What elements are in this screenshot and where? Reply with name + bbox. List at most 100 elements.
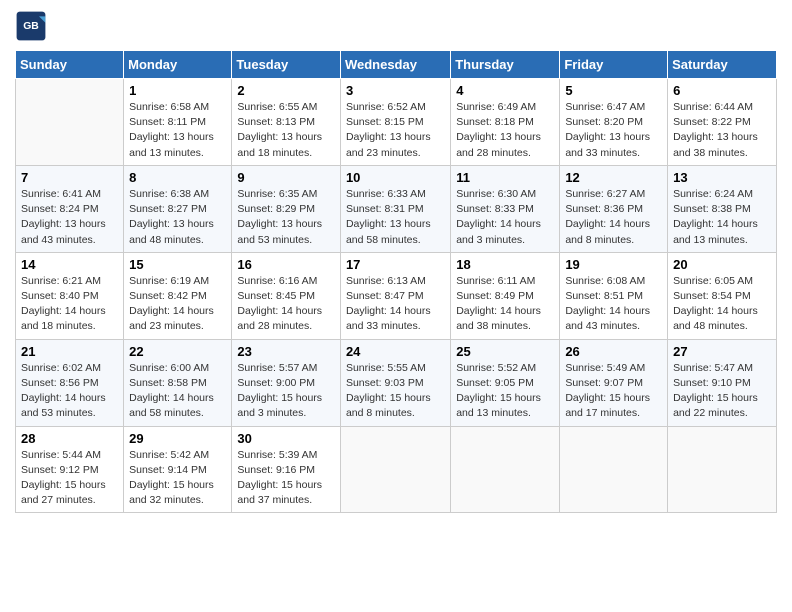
calendar-cell: 20 Sunrise: 6:05 AMSunset: 8:54 PMDayligh…	[668, 252, 777, 339]
day-info: Sunrise: 5:57 AMSunset: 9:00 PMDaylight:…	[237, 361, 335, 422]
day-number: 29	[129, 431, 226, 446]
day-number: 23	[237, 344, 335, 359]
day-number: 25	[456, 344, 554, 359]
calendar-cell: 22Sunrise: 6:00 AMSunset: 8:58 PMDayligh…	[124, 339, 232, 426]
calendar-cell: 29 Sunrise: 5:42 AMSunset: 9:14 PMDayligh…	[124, 426, 232, 513]
calendar-cell: 2Sunrise: 6:55 AMSunset: 8:13 PMDaylight…	[232, 79, 341, 166]
day-info: Sunrise: 6:35 AMSunset: 8:29 PMDaylight:…	[237, 187, 335, 248]
calendar-cell: 26 Sunrise: 5:49 AMSunset: 9:07 PMDayligh…	[560, 339, 668, 426]
calendar-cell: 18 Sunrise: 6:11 AMSunset: 8:49 PMDayligh…	[451, 252, 560, 339]
calendar-week-row: 14Sunrise: 6:21 AMSunset: 8:40 PMDayligh…	[16, 252, 777, 339]
day-info: Sunrise: 6:27 AMSunset: 8:36 PMDaylight:…	[565, 187, 662, 248]
weekday-header-cell: Monday	[124, 51, 232, 79]
day-number: 5	[565, 83, 662, 98]
day-info: Sunrise: 6:24 AMSunset: 8:38 PMDaylight:…	[673, 187, 771, 248]
calendar-cell: 12 Sunrise: 6:27 AMSunset: 8:36 PMDayligh…	[560, 165, 668, 252]
day-info: Sunrise: 5:55 AMSunset: 9:03 PMDaylight:…	[346, 361, 445, 422]
day-info: Sunrise: 6:44 AMSunset: 8:22 PMDaylight:…	[673, 100, 771, 161]
day-number: 6	[673, 83, 771, 98]
day-number: 13	[673, 170, 771, 185]
calendar-cell: 3 Sunrise: 6:52 AMSunset: 8:15 PMDaylight…	[340, 79, 450, 166]
day-number: 20	[673, 257, 771, 272]
day-info: Sunrise: 6:00 AMSunset: 8:58 PMDaylight:…	[129, 361, 226, 422]
day-number: 18	[456, 257, 554, 272]
calendar-cell: 27 Sunrise: 5:47 AMSunset: 9:10 PMDayligh…	[668, 339, 777, 426]
day-number: 17	[346, 257, 445, 272]
calendar-cell: 13 Sunrise: 6:24 AMSunset: 8:38 PMDayligh…	[668, 165, 777, 252]
calendar-cell: 15 Sunrise: 6:19 AMSunset: 8:42 PMDayligh…	[124, 252, 232, 339]
day-info: Sunrise: 5:42 AMSunset: 9:14 PMDaylight:…	[129, 448, 226, 509]
calendar-week-row: 21 Sunrise: 6:02 AMSunset: 8:56 PMDayligh…	[16, 339, 777, 426]
weekday-header-row: SundayMondayTuesdayWednesdayThursdayFrid…	[16, 51, 777, 79]
day-info: Sunrise: 6:21 AMSunset: 8:40 PMDaylight:…	[21, 274, 118, 335]
day-info: Sunrise: 6:52 AMSunset: 8:15 PMDaylight:…	[346, 100, 445, 161]
day-info: Sunrise: 6:08 AMSunset: 8:51 PMDaylight:…	[565, 274, 662, 335]
calendar-cell: 23 Sunrise: 5:57 AMSunset: 9:00 PMDayligh…	[232, 339, 341, 426]
weekday-header-cell: Friday	[560, 51, 668, 79]
day-number: 1	[129, 83, 226, 98]
day-info: Sunrise: 5:47 AMSunset: 9:10 PMDaylight:…	[673, 361, 771, 422]
day-info: Sunrise: 6:49 AMSunset: 8:18 PMDaylight:…	[456, 100, 554, 161]
day-number: 3	[346, 83, 445, 98]
day-info: Sunrise: 6:11 AMSunset: 8:49 PMDaylight:…	[456, 274, 554, 335]
calendar-cell: 11 Sunrise: 6:30 AMSunset: 8:33 PMDayligh…	[451, 165, 560, 252]
day-number: 16	[237, 257, 335, 272]
day-info: Sunrise: 6:19 AMSunset: 8:42 PMDaylight:…	[129, 274, 226, 335]
calendar-cell: 24 Sunrise: 5:55 AMSunset: 9:03 PMDayligh…	[340, 339, 450, 426]
calendar-cell: 4 Sunrise: 6:49 AMSunset: 8:18 PMDaylight…	[451, 79, 560, 166]
calendar-cell: 21 Sunrise: 6:02 AMSunset: 8:56 PMDayligh…	[16, 339, 124, 426]
calendar-cell: 17 Sunrise: 6:13 AMSunset: 8:47 PMDayligh…	[340, 252, 450, 339]
weekday-header-cell: Sunday	[16, 51, 124, 79]
day-number: 24	[346, 344, 445, 359]
calendar-cell	[16, 79, 124, 166]
day-info: Sunrise: 6:55 AMSunset: 8:13 PMDaylight:…	[237, 100, 335, 161]
day-number: 10	[346, 170, 445, 185]
svg-text:GB: GB	[23, 21, 39, 32]
day-info: Sunrise: 6:16 AMSunset: 8:45 PMDaylight:…	[237, 274, 335, 335]
calendar-cell: 19 Sunrise: 6:08 AMSunset: 8:51 PMDayligh…	[560, 252, 668, 339]
calendar-cell: 25 Sunrise: 5:52 AMSunset: 9:05 PMDayligh…	[451, 339, 560, 426]
day-info: Sunrise: 6:13 AMSunset: 8:47 PMDaylight:…	[346, 274, 445, 335]
day-info: Sunrise: 6:41 AMSunset: 8:24 PMDaylight:…	[21, 187, 118, 248]
calendar-cell: 1 Sunrise: 6:58 AMSunset: 8:11 PMDaylight…	[124, 79, 232, 166]
day-info: Sunrise: 5:39 AMSunset: 9:16 PMDaylight:…	[237, 448, 335, 509]
day-number: 19	[565, 257, 662, 272]
page-header: GB	[15, 10, 777, 42]
day-number: 26	[565, 344, 662, 359]
calendar-cell: 28Sunrise: 5:44 AMSunset: 9:12 PMDayligh…	[16, 426, 124, 513]
day-info: Sunrise: 6:05 AMSunset: 8:54 PMDaylight:…	[673, 274, 771, 335]
calendar-cell: 14Sunrise: 6:21 AMSunset: 8:40 PMDayligh…	[16, 252, 124, 339]
day-info: Sunrise: 6:30 AMSunset: 8:33 PMDaylight:…	[456, 187, 554, 248]
logo-icon: GB	[15, 10, 47, 42]
day-info: Sunrise: 6:58 AMSunset: 8:11 PMDaylight:…	[129, 100, 226, 161]
day-number: 15	[129, 257, 226, 272]
calendar-body: 1 Sunrise: 6:58 AMSunset: 8:11 PMDaylight…	[16, 79, 777, 513]
weekday-header-cell: Thursday	[451, 51, 560, 79]
day-info: Sunrise: 6:47 AMSunset: 8:20 PMDaylight:…	[565, 100, 662, 161]
day-number: 11	[456, 170, 554, 185]
calendar-week-row: 1 Sunrise: 6:58 AMSunset: 8:11 PMDaylight…	[16, 79, 777, 166]
weekday-header-cell: Saturday	[668, 51, 777, 79]
weekday-header-cell: Wednesday	[340, 51, 450, 79]
calendar-cell: 6 Sunrise: 6:44 AMSunset: 8:22 PMDaylight…	[668, 79, 777, 166]
day-info: Sunrise: 5:44 AMSunset: 9:12 PMDaylight:…	[21, 448, 118, 509]
day-info: Sunrise: 5:52 AMSunset: 9:05 PMDaylight:…	[456, 361, 554, 422]
day-info: Sunrise: 6:33 AMSunset: 8:31 PMDaylight:…	[346, 187, 445, 248]
day-info: Sunrise: 6:02 AMSunset: 8:56 PMDaylight:…	[21, 361, 118, 422]
calendar-cell: 30 Sunrise: 5:39 AMSunset: 9:16 PMDayligh…	[232, 426, 341, 513]
day-number: 27	[673, 344, 771, 359]
calendar-cell: 8Sunrise: 6:38 AMSunset: 8:27 PMDaylight…	[124, 165, 232, 252]
calendar-cell: 9Sunrise: 6:35 AMSunset: 8:29 PMDaylight…	[232, 165, 341, 252]
day-number: 21	[21, 344, 118, 359]
calendar-week-row: 28Sunrise: 5:44 AMSunset: 9:12 PMDayligh…	[16, 426, 777, 513]
day-number: 4	[456, 83, 554, 98]
calendar-cell	[560, 426, 668, 513]
day-number: 7	[21, 170, 118, 185]
weekday-header-cell: Tuesday	[232, 51, 341, 79]
day-number: 12	[565, 170, 662, 185]
day-number: 8	[129, 170, 226, 185]
day-info: Sunrise: 5:49 AMSunset: 9:07 PMDaylight:…	[565, 361, 662, 422]
calendar-cell	[451, 426, 560, 513]
day-number: 30	[237, 431, 335, 446]
calendar-cell: 7 Sunrise: 6:41 AMSunset: 8:24 PMDaylight…	[16, 165, 124, 252]
